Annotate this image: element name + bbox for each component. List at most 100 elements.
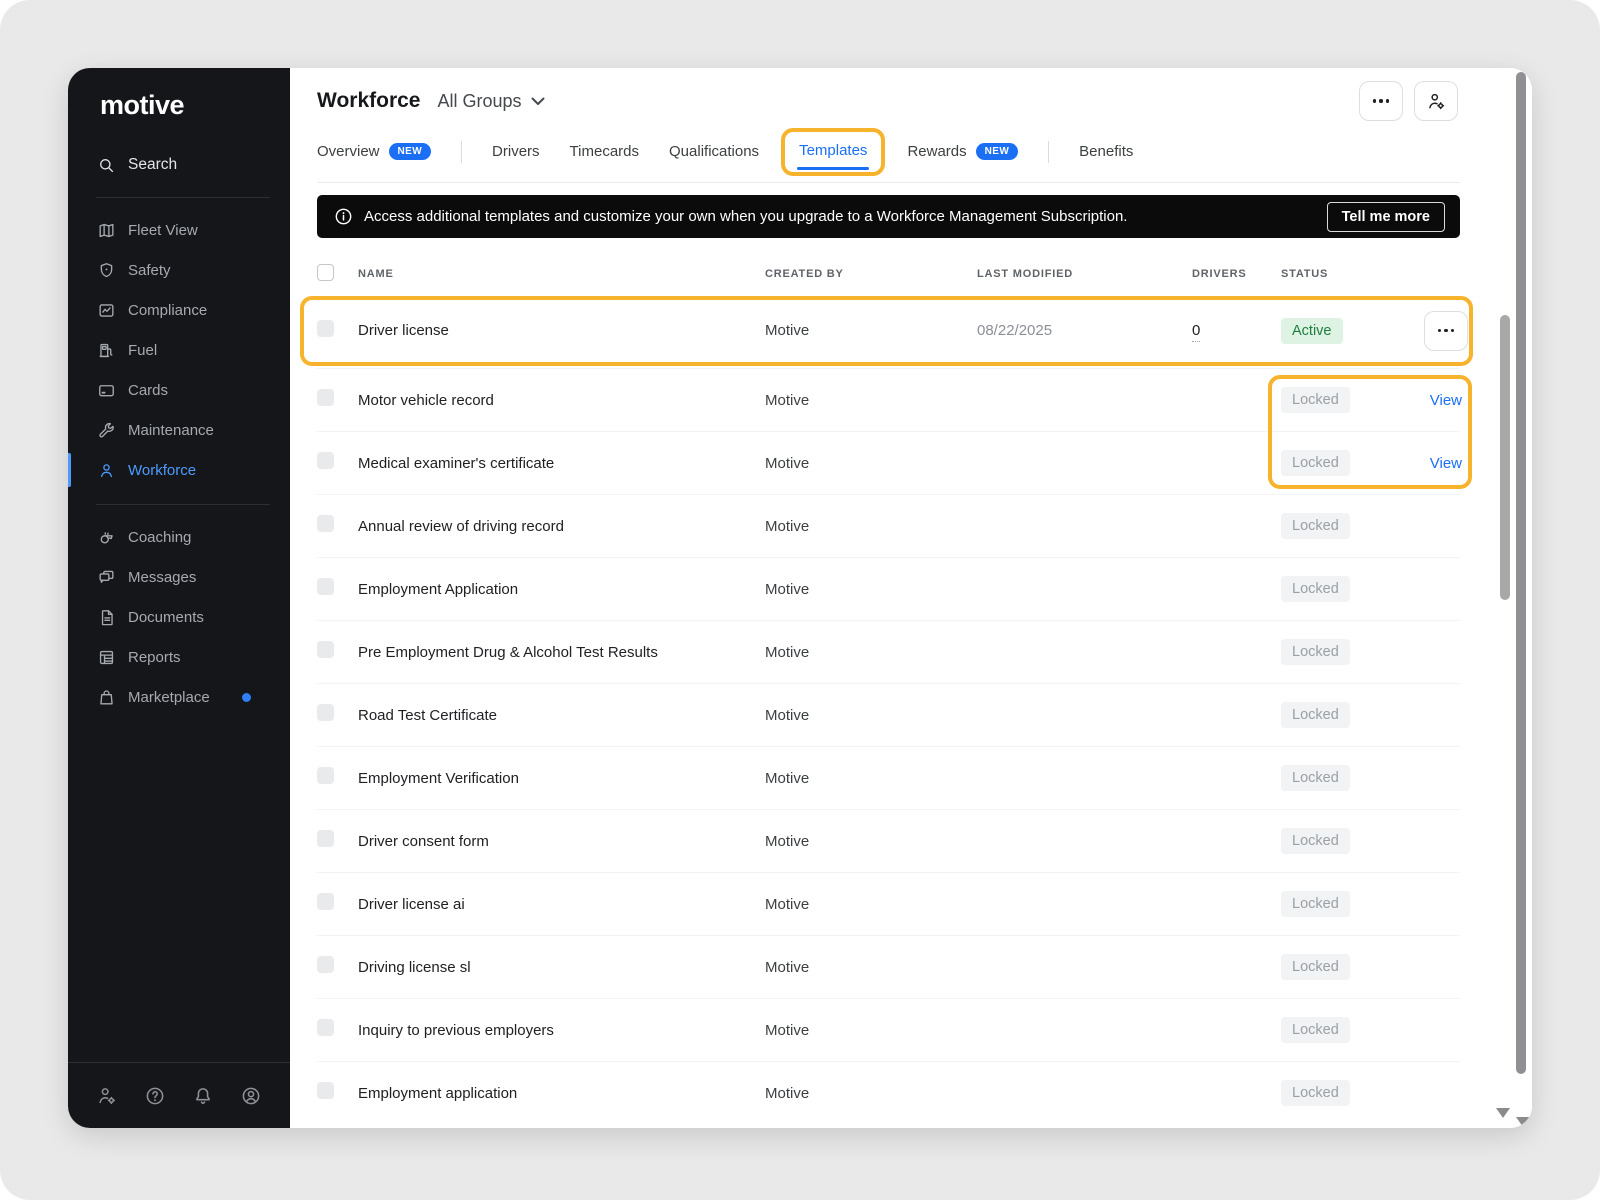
chevron-down-icon [531, 97, 545, 106]
sidebar-item-coaching[interactable]: Coaching [68, 517, 290, 557]
bell-icon[interactable] [192, 1085, 214, 1107]
group-selector-label: All Groups [437, 91, 521, 112]
sidebar-item-messages[interactable]: Messages [68, 557, 290, 597]
created-by: Motive [765, 959, 977, 976]
page-scrollbar-thumb[interactable] [1516, 72, 1526, 1074]
sidebar-item-documents[interactable]: Documents [68, 597, 290, 637]
user-settings-button[interactable] [1414, 81, 1458, 121]
tab-rewards[interactable]: RewardsNEW [907, 143, 1018, 160]
row-checkbox[interactable] [317, 515, 334, 532]
sidebar-item-fuel[interactable]: Fuel [68, 330, 290, 370]
template-name: Road Test Certificate [358, 707, 765, 724]
created-by: Motive [765, 896, 977, 913]
column-header-last-modified: LAST MODIFIED [977, 268, 1192, 280]
tab-divider [461, 141, 462, 163]
chart-doc-icon [97, 301, 116, 320]
card-icon [97, 381, 116, 400]
new-badge: NEW [389, 143, 432, 160]
status-badge: Locked [1281, 513, 1350, 539]
tab-overview[interactable]: Overview NEW [317, 143, 431, 160]
group-selector[interactable]: All Groups [437, 91, 544, 112]
tab-label: Rewards [907, 143, 966, 160]
column-header-name: NAME [358, 268, 765, 280]
sidebar-item-maintenance[interactable]: Maintenance [68, 410, 290, 450]
status-badge: Locked [1281, 1080, 1350, 1106]
view-link[interactable]: View [1430, 392, 1462, 409]
created-by: Motive [765, 518, 977, 535]
sidebar-item-compliance[interactable]: Compliance [68, 290, 290, 330]
help-icon[interactable] [144, 1085, 166, 1107]
drivers-count-link[interactable]: 0 [1192, 322, 1200, 342]
table-row: Road Test CertificateMotiveLocked [317, 684, 1460, 747]
status-badge: Locked [1281, 576, 1350, 602]
messages-icon [97, 568, 116, 587]
row-checkbox[interactable] [317, 956, 334, 973]
document-icon [97, 608, 116, 627]
created-by: Motive [765, 1022, 977, 1039]
sidebar-item-reports[interactable]: Reports [68, 637, 290, 677]
status-badge: Active [1281, 318, 1343, 344]
sidebar-item-label: Marketplace [128, 689, 210, 706]
sidebar-item-label: Maintenance [128, 422, 214, 439]
list-scroll-down-arrow[interactable] [1496, 1108, 1510, 1118]
row-checkbox[interactable] [317, 578, 334, 595]
bag-icon [97, 688, 116, 707]
template-name: Driving license sl [358, 959, 765, 976]
row-checkbox[interactable] [317, 641, 334, 658]
row-checkbox[interactable] [317, 1082, 334, 1099]
page-scroll-down-arrow[interactable] [1516, 1117, 1530, 1127]
select-all-checkbox[interactable] [317, 264, 334, 281]
table-row: Inquiry to previous employersMotiveLocke… [317, 999, 1460, 1062]
created-by: Motive [765, 322, 977, 339]
table-row: Medical examiner's certificateMotiveLock… [317, 432, 1460, 495]
user-gear-icon[interactable] [96, 1085, 118, 1107]
sidebar-item-fleet-view[interactable]: Fleet View [68, 210, 290, 250]
tab-qualifications[interactable]: Qualifications [669, 143, 759, 160]
list-scrollbar-thumb[interactable] [1500, 315, 1510, 600]
table-row: Driver license aiMotiveLocked [317, 873, 1460, 936]
sidebar-item-label: Reports [128, 649, 181, 666]
view-link[interactable]: View [1430, 455, 1462, 472]
banner-message: Access additional templates and customiz… [364, 208, 1315, 225]
status-badge: Locked [1281, 639, 1350, 665]
created-by: Motive [765, 770, 977, 787]
tab-drivers[interactable]: Drivers [492, 143, 540, 160]
row-menu-button[interactable] [1424, 311, 1468, 351]
template-name: Driver consent form [358, 833, 765, 850]
row-checkbox[interactable] [317, 767, 334, 784]
tab-label: Overview [317, 143, 380, 160]
sidebar-item-workforce[interactable]: Workforce [68, 450, 290, 490]
row-checkbox[interactable] [317, 830, 334, 847]
status-badge: Locked [1281, 891, 1350, 917]
ellipsis-icon [1438, 329, 1455, 333]
tab-label: Drivers [492, 143, 540, 160]
column-header-drivers: DRIVERS [1192, 268, 1281, 280]
tab-templates[interactable]: Templates [799, 142, 867, 159]
template-name: Employment Application [358, 581, 765, 598]
template-name: Motor vehicle record [358, 392, 765, 409]
more-actions-button[interactable] [1359, 81, 1403, 121]
sidebar-item-label: Workforce [128, 462, 196, 479]
tell-me-more-button[interactable]: Tell me more [1327, 202, 1445, 232]
sidebar-item-safety[interactable]: Safety [68, 250, 290, 290]
sidebar-primary-nav: Fleet ViewSafetyComplianceFuelCards Maint… [68, 210, 290, 490]
sidebar-item-cards[interactable]: Cards [68, 370, 290, 410]
account-icon[interactable] [240, 1085, 262, 1107]
ellipsis-icon [1373, 99, 1390, 103]
row-checkbox[interactable] [317, 704, 334, 721]
tab-benefits[interactable]: Benefits [1079, 143, 1133, 160]
sidebar-item-marketplace[interactable]: Marketplace [68, 677, 290, 717]
template-name: Pre Employment Drug & Alcohol Test Resul… [358, 644, 765, 661]
tab-label: Qualifications [669, 143, 759, 160]
sidebar-secondary-nav: CoachingMessagesDocuments Reports Marketpl… [68, 517, 290, 717]
row-checkbox[interactable] [317, 320, 334, 337]
row-checkbox[interactable] [317, 1019, 334, 1036]
tab-timecards[interactable]: Timecards [570, 143, 639, 160]
row-checkbox[interactable] [317, 389, 334, 406]
row-checkbox[interactable] [317, 893, 334, 910]
table-row: Employment ApplicationMotiveLocked [317, 558, 1460, 621]
table-row: Annual review of driving recordMotiveLoc… [317, 495, 1460, 558]
sidebar-search[interactable]: Search [68, 147, 290, 183]
row-checkbox[interactable] [317, 452, 334, 469]
templates-tab-highlight-annotation: Templates [781, 128, 885, 176]
